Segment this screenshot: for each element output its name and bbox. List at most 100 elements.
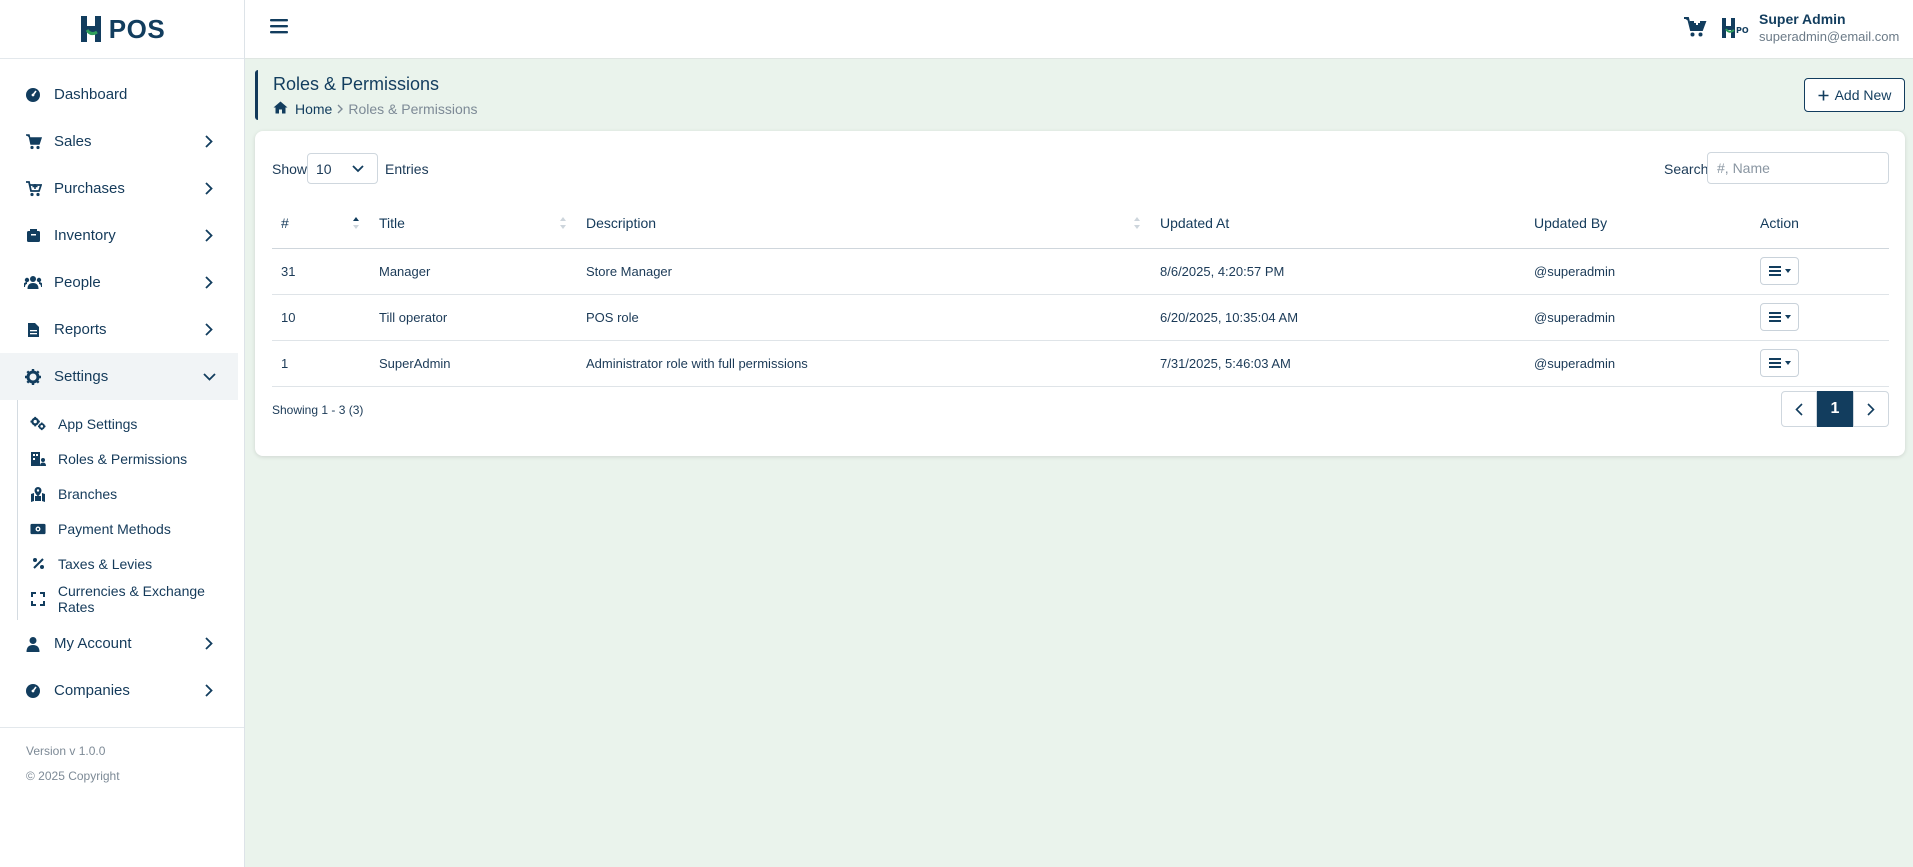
sidebar-subitem-app-settings[interactable]: App Settings xyxy=(18,406,244,441)
chevron-right-icon xyxy=(202,276,216,290)
cell-title: SuperAdmin xyxy=(370,340,577,387)
cell-description: Store Manager xyxy=(577,248,1151,295)
cell-action xyxy=(1751,340,1889,387)
dashboard-icon xyxy=(24,86,42,104)
sidebar-item-my-account[interactable]: My Account xyxy=(0,620,238,667)
sidebar-footer: Version v 1.0.0 © 2025 Copyright xyxy=(0,727,244,794)
column-header-id[interactable]: # xyxy=(272,199,370,249)
map-location-icon xyxy=(30,486,46,502)
chevron-right-icon xyxy=(202,637,216,651)
sidebar-item-settings[interactable]: Settings xyxy=(0,353,238,400)
sidebar-subitem-branches[interactable]: Branches xyxy=(18,476,244,511)
entries-value: 10 xyxy=(316,160,332,177)
sidebar-item-inventory[interactable]: Inventory xyxy=(0,212,238,259)
sort-asc-icon xyxy=(353,217,359,229)
sidebar-subitem-label: Roles & Permissions xyxy=(58,450,188,467)
add-new-button[interactable]: Add New xyxy=(1804,78,1905,112)
file-icon xyxy=(24,321,42,339)
prev-page-button[interactable] xyxy=(1781,391,1817,427)
sidebar-item-label: Purchases xyxy=(54,180,125,197)
cell-updated-by: @superadmin xyxy=(1525,248,1751,295)
table-row: 1 SuperAdmin Administrator role with ful… xyxy=(272,340,1889,387)
column-header-updated-by: Updated By xyxy=(1525,199,1751,249)
box-icon xyxy=(24,227,42,245)
users-icon xyxy=(24,274,42,292)
logo-text: POS xyxy=(108,13,166,44)
row-actions-button[interactable] xyxy=(1760,257,1799,285)
sidebar-item-people[interactable]: People xyxy=(0,259,238,306)
chevron-down-icon xyxy=(202,370,216,384)
page-button-current[interactable]: 1 xyxy=(1817,391,1853,427)
table-row: 31 Manager Store Manager 8/6/2025, 4:20:… xyxy=(272,248,1889,295)
sidebar-item-label: Sales xyxy=(54,133,92,150)
cell-id: 10 xyxy=(272,294,370,341)
cell-id: 31 xyxy=(272,248,370,295)
caret-down-icon xyxy=(1784,315,1791,319)
user-info[interactable]: Super Admin superadmin@email.com xyxy=(1759,11,1899,46)
menu-toggle-icon[interactable] xyxy=(270,18,290,38)
breadcrumb-home[interactable]: Home xyxy=(295,101,332,117)
home-icon[interactable] xyxy=(273,101,288,117)
cell-title: Manager xyxy=(370,248,577,295)
version-text: Version v 1.0.0 xyxy=(26,744,106,758)
sidebar-subitem-label: Branches xyxy=(58,485,118,502)
chevron-right-icon xyxy=(202,182,216,196)
chevron-left-icon xyxy=(1795,402,1803,416)
sidebar-item-label: Dashboard xyxy=(54,86,128,103)
entries-label: Entries xyxy=(385,161,429,177)
page-title: Roles & Permissions xyxy=(273,74,440,94)
expand-icon xyxy=(30,591,46,607)
table-controls: Show 10 Entries Search xyxy=(272,152,1889,184)
user-icon xyxy=(24,635,42,653)
cell-description: POS role xyxy=(577,294,1151,341)
showing-text: Showing 1 - 3 (3) xyxy=(272,403,364,417)
plus-icon xyxy=(1818,90,1829,100)
pagination: 1 xyxy=(1781,391,1889,427)
column-header-description[interactable]: Description xyxy=(577,199,1151,249)
sidebar-nav: Dashboard Sales Purchases Inventory Peop… xyxy=(0,59,244,714)
sidebar-subitem-label: Payment Methods xyxy=(58,520,171,537)
sidebar-item-sales[interactable]: Sales xyxy=(0,118,238,165)
sidebar-subitem-taxes-levies[interactable]: Taxes & Levies xyxy=(18,546,244,581)
building-user-icon xyxy=(30,451,46,467)
cart-plus-icon[interactable] xyxy=(1683,16,1707,38)
chevron-right-icon xyxy=(202,135,216,149)
sidebar-subitem-payment-methods[interactable]: Payment Methods xyxy=(18,511,244,546)
row-actions-button[interactable] xyxy=(1760,303,1799,331)
entries-select[interactable]: 10 xyxy=(307,153,378,184)
sidebar-item-companies[interactable]: Companies xyxy=(0,667,238,714)
sidebar-item-label: Inventory xyxy=(54,227,116,244)
breadcrumb-current: Roles & Permissions xyxy=(348,101,478,117)
cell-title: Till operator xyxy=(370,294,577,341)
sidebar-item-dashboard[interactable]: Dashboard xyxy=(0,71,238,118)
percent-icon xyxy=(30,556,46,572)
roles-table: # Title Description Updated At Updated B… xyxy=(272,199,1889,387)
dashboard-icon xyxy=(24,682,42,700)
column-header-title[interactable]: Title xyxy=(370,199,577,249)
copyright-text: © 2025 Copyright xyxy=(26,769,120,783)
settings-submenu: App Settings Roles & Permissions Branche… xyxy=(17,400,244,620)
bars-icon xyxy=(1768,266,1781,276)
column-header-updated-at: Updated At xyxy=(1151,199,1525,249)
chevron-right-icon xyxy=(202,229,216,243)
sidebar-subitem-currencies[interactable]: Currencies & Exchange Rates xyxy=(18,581,244,616)
sidebar-item-reports[interactable]: Reports xyxy=(0,306,238,353)
search-input[interactable] xyxy=(1707,152,1889,184)
sidebar-subitem-label: App Settings xyxy=(58,415,138,432)
page-header: Roles & Permissions Home Roles & Permiss… xyxy=(255,70,1455,120)
column-header-action: Action xyxy=(1751,199,1889,249)
chevron-down-icon xyxy=(351,162,365,176)
bars-icon xyxy=(1768,358,1781,368)
brand-logo[interactable]: POS xyxy=(79,14,165,45)
table-row: 10 Till operator POS role 6/20/2025, 10:… xyxy=(272,294,1889,341)
chevron-right-icon xyxy=(202,323,216,337)
bars-icon xyxy=(1768,312,1781,322)
sidebar-item-purchases[interactable]: Purchases xyxy=(0,165,238,212)
gear-icon xyxy=(24,368,42,386)
sidebar-item-label: Reports xyxy=(54,321,107,338)
row-actions-button[interactable] xyxy=(1760,349,1799,377)
user-avatar[interactable]: POS xyxy=(1721,16,1755,40)
sidebar-subitem-roles-permissions[interactable]: Roles & Permissions xyxy=(18,441,244,476)
next-page-button[interactable] xyxy=(1853,391,1889,427)
sidebar-item-label: Settings xyxy=(54,368,109,385)
